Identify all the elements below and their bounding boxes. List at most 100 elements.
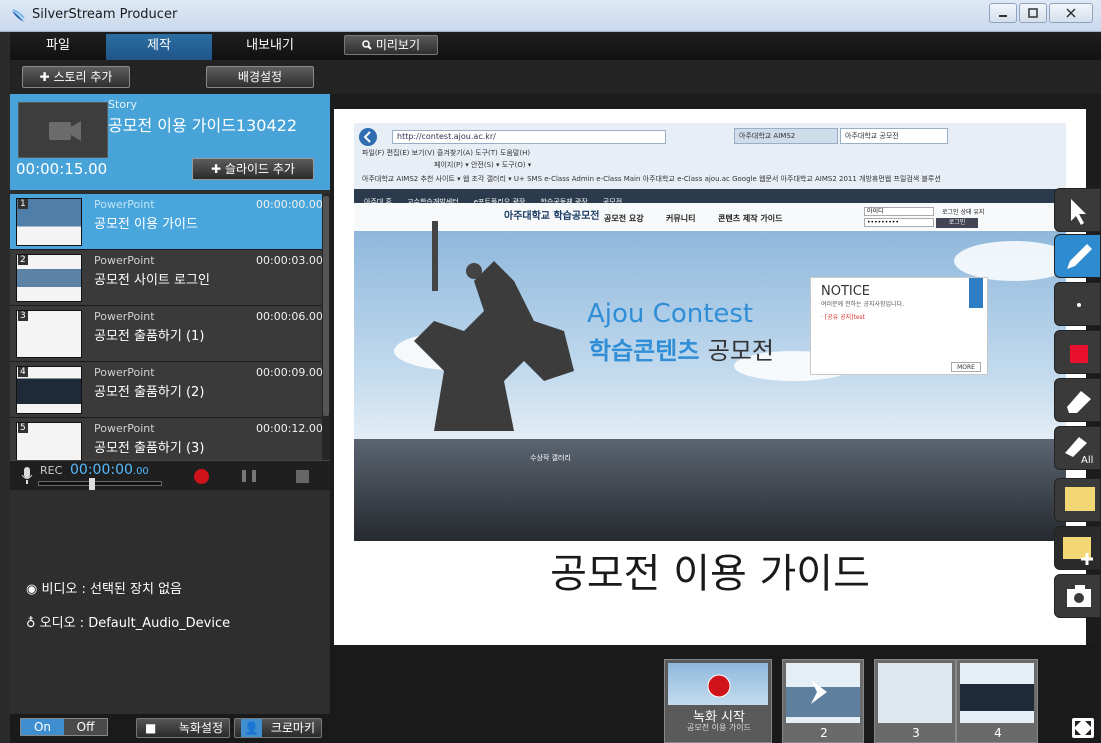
film-frame[interactable]: 4 (956, 659, 1038, 743)
preview-button[interactable]: 미리보기 (344, 35, 438, 55)
screenshot-tool[interactable] (1054, 574, 1101, 618)
slide-kind: PowerPoint (94, 254, 155, 267)
notice-subtitle: 여러분께 전하는 공지사항입니다. (821, 301, 905, 308)
record-settings-button[interactable]: ■ 녹화설정 (136, 718, 230, 738)
sticky-note-icon (1065, 487, 1095, 511)
browser-menu-row: 파일(F) 편집(E) 보기(V) 즐겨찾기(A) 도구(T) 도움말(H) (362, 149, 531, 157)
slide-list-scrollbar[interactable] (322, 194, 330, 460)
site-notice-box: NOTICE 여러분께 전하는 공지사항입니다. · [공유 공지]test M… (810, 277, 988, 375)
pen-icon (1067, 244, 1092, 269)
recorder-bar: REC 00:00:00.00 (10, 460, 330, 490)
film-frame[interactable]: 2 (782, 659, 864, 743)
add-slide-label: 슬라이드 추가 (224, 162, 295, 176)
slide-item[interactable]: 4 PowerPoint 공모전 출품하기 (2) 00:00:09.00 (10, 362, 322, 418)
sticky-note-add-icon (1063, 537, 1093, 565)
statue-image (414, 221, 574, 431)
back-icon (359, 128, 377, 146)
slide-number: 4 (18, 367, 28, 377)
add-sticky-note-tool[interactable] (1054, 526, 1101, 570)
slide-kind: PowerPoint (94, 198, 155, 211)
toolbar: ✚ 스토리 추가 배경설정 (10, 60, 1101, 94)
story-kind: Story (108, 98, 138, 111)
scrollbar-thumb[interactable] (323, 196, 329, 416)
dot-icon (1077, 303, 1081, 307)
pointer-icon (1071, 199, 1086, 225)
add-story-button[interactable]: ✚ 스토리 추가 (22, 66, 130, 88)
chroma-key-label: 크로마키 (270, 721, 315, 735)
fullscreen-button[interactable] (1072, 718, 1094, 738)
slide-number: 2 (18, 255, 28, 265)
story-header[interactable]: Story 공모전 이용 가이드130422 00:00:15.00 ✚ 슬라이… (10, 94, 330, 190)
notice-item: · [공유 공지]test (821, 314, 866, 321)
filmstrip: 녹화 시작 공모전 이용 가이드 2 3 4 (330, 645, 1101, 743)
pause-button[interactable] (242, 470, 256, 482)
slide-number: 5 (18, 423, 28, 433)
story-thumbnail (18, 102, 108, 158)
on-off-toggle[interactable]: On Off (20, 718, 108, 736)
site-headline-ko: 학습콘텐츠 공모전 (589, 337, 775, 365)
site-login-pw: ••••••••• (864, 218, 934, 227)
plus-icon: ✚ (211, 162, 222, 176)
menu-bar: 파일 제작 내보내기 미리보기 (10, 32, 1101, 60)
arrow-right-icon (811, 680, 827, 704)
minimize-button[interactable] (989, 3, 1017, 23)
record-button[interactable] (194, 469, 209, 484)
tab-production[interactable]: 제작 (106, 34, 212, 60)
audio-device-row: ♁ 오디오 : Default_Audio_Device (26, 612, 230, 631)
pointer-tool[interactable] (1054, 188, 1101, 232)
background-settings-button[interactable]: 배경설정 (206, 66, 314, 88)
close-icon (1066, 8, 1076, 18)
pen-tool[interactable] (1054, 234, 1101, 278)
site-login-id: 아이디 (864, 207, 934, 216)
tab-export[interactable]: 내보내기 (214, 34, 326, 60)
window-title: SilverStream Producer (32, 7, 178, 22)
eraser-tool[interactable] (1054, 378, 1101, 422)
sticky-note-tool[interactable] (1054, 478, 1101, 522)
slide-name: 공모전 출품하기 (1) (94, 329, 205, 344)
film-frame[interactable]: 3 (874, 659, 956, 743)
site-logo: 아주대학교 학습공모전 (504, 211, 600, 222)
preview-label: 미리보기 (375, 38, 420, 52)
story-duration: 00:00:15.00 (16, 160, 108, 178)
browser-screenshot: http://contest.ajou.ac.kr/ 아주대학교 AIMS2 아… (354, 123, 1066, 541)
svg-text:All: All (1081, 455, 1093, 466)
record-icon (707, 674, 731, 698)
rec-slider-knob[interactable] (89, 478, 95, 490)
add-slide-button[interactable]: ✚ 슬라이드 추가 (192, 158, 314, 180)
toggle-off[interactable]: Off (64, 719, 107, 735)
line-width-tool[interactable] (1054, 282, 1101, 326)
story-panel: Story 공모전 이용 가이드130422 00:00:15.00 ✚ 슬라이… (10, 94, 330, 743)
toggle-on[interactable]: On (21, 719, 64, 735)
slide-name: 공모전 출품하기 (2) (94, 385, 205, 400)
maximize-button[interactable] (1019, 3, 1047, 23)
slide-item[interactable]: 2 PowerPoint 공모전 사이트 로그인 00:00:03.00 (10, 250, 322, 306)
slide-canvas[interactable]: http://contest.ajou.ac.kr/ 아주대학교 AIMS2 아… (334, 109, 1086, 645)
tab-file[interactable]: 파일 (10, 34, 106, 60)
record-settings-label: 녹화설정 (178, 721, 223, 735)
rec-volume-slider[interactable] (38, 478, 162, 490)
close-button[interactable] (1049, 3, 1093, 23)
erase-all-tool[interactable]: All (1054, 426, 1101, 470)
mic-icon (21, 467, 33, 484)
slide-time: 00:00:00.00 (256, 198, 322, 211)
site-save-id: 로그인 상태 유지 (942, 209, 985, 216)
slide-item[interactable]: 3 PowerPoint 공모전 출품하기 (1) 00:00:06.00 (10, 306, 322, 362)
stop-button[interactable] (296, 470, 309, 483)
record-start-sub: 공모전 이용 가이드 (687, 723, 751, 732)
slide-item[interactable]: 1 PowerPoint 공모전 이용 가이드 00:00:00.00 (10, 194, 322, 250)
audio-device-text: 오디오 : Default_Audio_Device (39, 616, 231, 631)
record-start-frame[interactable]: 녹화 시작 공모전 이용 가이드 (664, 659, 772, 743)
site-login-button: 로그인 (936, 218, 978, 228)
chroma-key-button[interactable]: 👤 크로마키 (234, 718, 322, 738)
expand-icon (1075, 721, 1091, 735)
ribbon-icon (969, 278, 983, 308)
screenshot-icon (1067, 585, 1091, 607)
maximize-icon (1028, 8, 1038, 18)
browser-favorites-row: 아주대학교 AIMS2 추천 사이트 ▾ 웹 조각 갤러리 ▾ U+ SMS e… (362, 175, 941, 183)
slide-number: 1 (18, 199, 28, 209)
color-tool[interactable] (1054, 330, 1101, 374)
webcam-icon: ◉ (26, 582, 38, 597)
slide-item[interactable]: 5 PowerPoint 공모전 출품하기 (3) 00:00:12.00 (10, 418, 322, 460)
slide-name: 공모전 출품하기 (3) (94, 441, 205, 456)
minimize-icon (999, 15, 1007, 17)
